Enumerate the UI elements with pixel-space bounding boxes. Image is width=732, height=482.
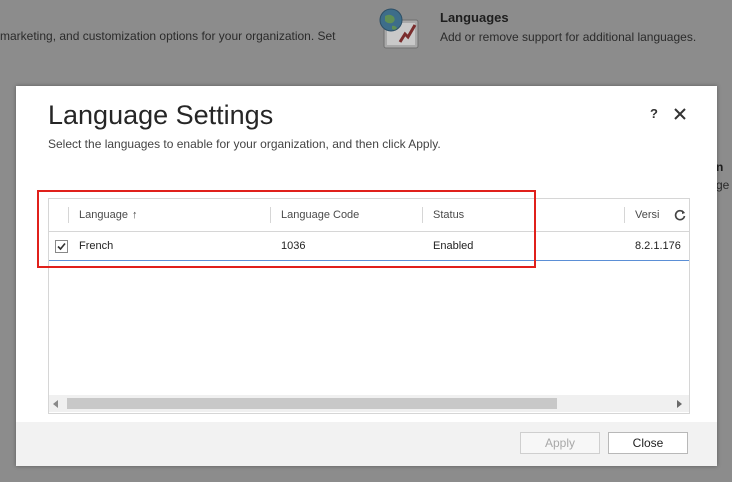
column-separator[interactable] xyxy=(624,207,625,223)
table-row[interactable]: French 1036 Enabled 8.2.1.176 xyxy=(49,231,689,261)
column-separator[interactable] xyxy=(270,207,271,223)
dialog-subtitle: Select the languages to enable for your … xyxy=(48,137,441,151)
sort-ascending-icon: ↑ xyxy=(131,209,138,221)
close-button[interactable]: Close xyxy=(608,432,688,454)
close-icon[interactable] xyxy=(670,104,690,124)
column-header-language-label: Language xyxy=(79,209,128,221)
cell-status: Enabled xyxy=(433,240,474,252)
cell-version: 8.2.1.176 xyxy=(635,240,681,252)
bg-edge-title-fragment: n xyxy=(716,160,724,174)
column-header-language-code[interactable]: Language Code xyxy=(281,199,359,231)
languages-heading[interactable]: Languages xyxy=(440,10,509,25)
column-separator[interactable] xyxy=(422,207,423,223)
cell-language-code: 1036 xyxy=(281,240,306,252)
refresh-icon[interactable] xyxy=(673,208,687,222)
bg-description-text: marketing, and customization options for… xyxy=(0,29,336,43)
grid-header: Language ↑ Language Code Status Versi xyxy=(49,199,689,231)
scroll-right-arrow-icon[interactable] xyxy=(677,400,682,408)
bg-edge-desc-fragment: ge xyxy=(716,178,730,192)
scroll-left-arrow-icon[interactable] xyxy=(53,400,58,408)
scrollbar-thumb[interactable] xyxy=(67,398,557,409)
column-separator xyxy=(68,207,69,223)
languages-grid: Language ↑ Language Code Status Versi Fre… xyxy=(48,198,690,414)
language-settings-dialog: Language Settings Select the languages t… xyxy=(16,86,717,466)
dialog-footer: Apply Close xyxy=(16,422,717,466)
help-button[interactable]: ? xyxy=(646,106,662,124)
checkmark-icon xyxy=(57,242,66,251)
apply-button[interactable]: Apply xyxy=(520,432,600,454)
languages-globe-icon xyxy=(379,8,419,49)
column-header-version[interactable]: Versi xyxy=(635,199,659,231)
dialog-title: Language Settings xyxy=(48,100,274,130)
cell-language: French xyxy=(79,240,114,252)
row-checkbox[interactable] xyxy=(55,240,68,253)
horizontal-scrollbar[interactable] xyxy=(49,395,689,412)
languages-description: Add or remove support for additional lan… xyxy=(440,30,697,44)
column-header-status[interactable]: Status xyxy=(433,199,464,231)
column-header-language[interactable]: Language ↑ xyxy=(79,199,137,231)
